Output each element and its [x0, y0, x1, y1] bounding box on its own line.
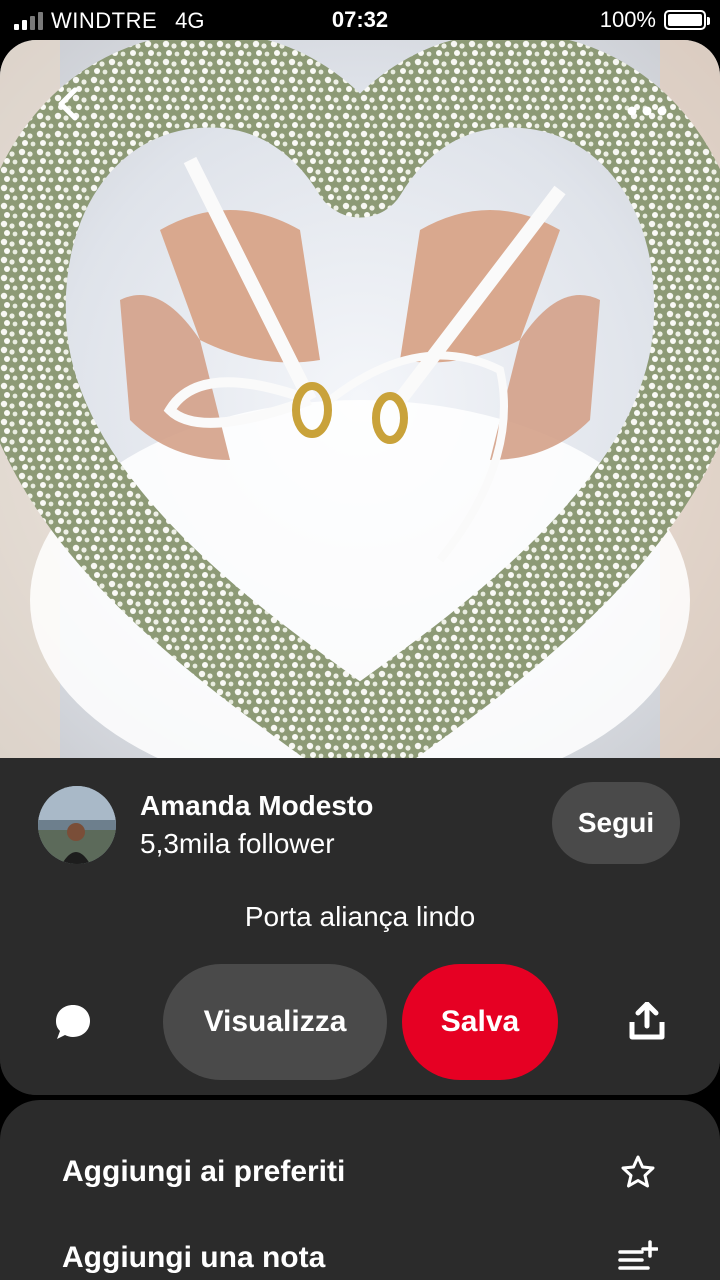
- creator-panel: Amanda Modesto 5,3mila follower Segui Po…: [0, 758, 720, 1095]
- add-note-item[interactable]: Aggiungi una nota: [62, 1228, 658, 1280]
- more-dots-icon: [627, 106, 667, 116]
- add-to-favorites-item[interactable]: Aggiungi ai preferiti: [62, 1142, 658, 1202]
- more-options-button[interactable]: [622, 96, 672, 126]
- pin-card: Amanda Modesto 5,3mila follower Segui Po…: [0, 40, 720, 1095]
- options-sheet: Aggiungi ai preferiti Aggiungi una nota: [0, 1100, 720, 1280]
- add-note-label: Aggiungi una nota: [62, 1241, 326, 1274]
- comment-icon: [56, 1005, 90, 1039]
- back-button[interactable]: [46, 82, 90, 126]
- note-add-icon: [618, 1238, 658, 1278]
- screen: WINDTRE 4G 07:32 100% Amanda Modesto 5,3…: [0, 0, 720, 1280]
- follow-button[interactable]: Segui: [552, 782, 680, 864]
- pin-title: Porta aliança lindo: [244, 901, 476, 932]
- creator-name[interactable]: Amanda Modesto: [140, 790, 373, 822]
- pin-image[interactable]: [0, 40, 720, 758]
- avatar[interactable]: [38, 786, 116, 864]
- star-icon: [618, 1152, 658, 1192]
- comment-button[interactable]: [50, 999, 96, 1045]
- status-right: 100%: [599, 7, 710, 33]
- share-icon: [629, 1002, 665, 1040]
- battery-icon: [664, 10, 710, 30]
- chevron-left-icon: [58, 87, 78, 121]
- visit-button[interactable]: Visualizza: [163, 964, 387, 1080]
- add-to-favorites-label: Aggiungi ai preferiti: [62, 1155, 346, 1188]
- pin-actions: Visualizza Salva: [0, 964, 720, 1080]
- save-button[interactable]: Salva: [402, 964, 558, 1080]
- creator-followers: 5,3mila follower: [140, 828, 335, 859]
- status-bar: WINDTRE 4G 07:32 100%: [0, 0, 720, 40]
- battery-percent: 100%: [599, 7, 656, 32]
- share-button[interactable]: [624, 998, 670, 1044]
